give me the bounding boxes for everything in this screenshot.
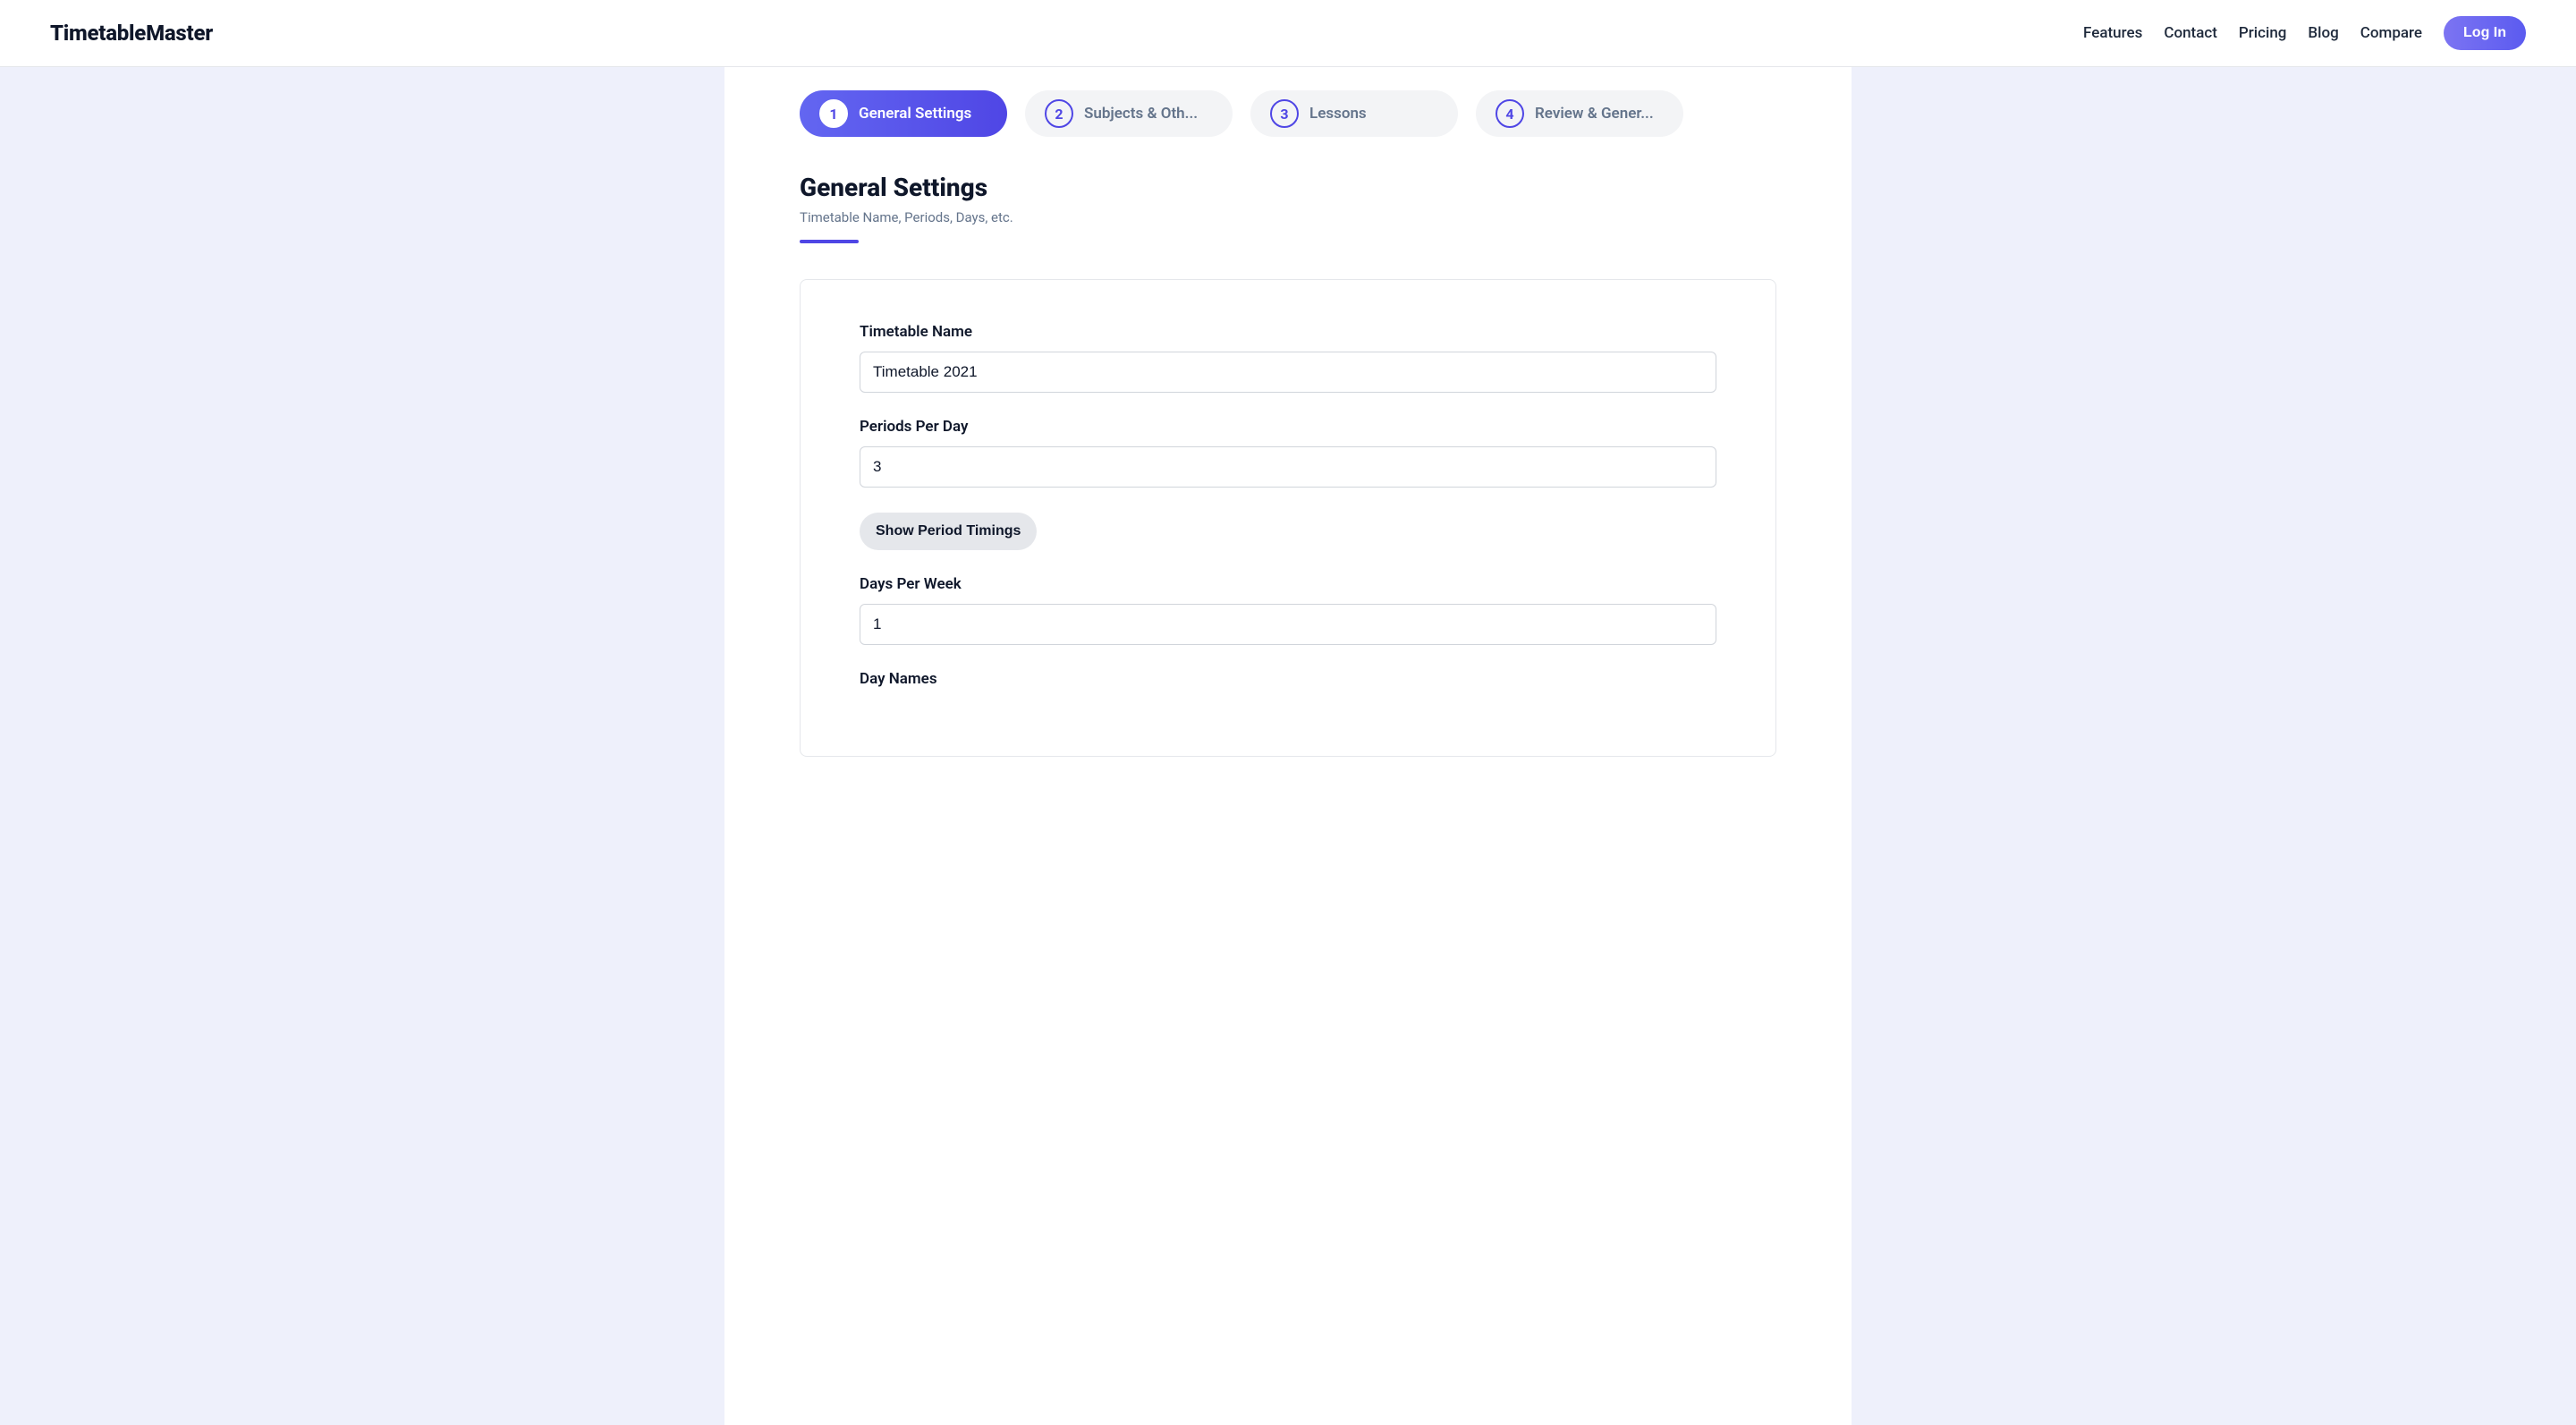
settings-card: Timetable Name Periods Per Day Show Peri… <box>800 279 1776 757</box>
timetable-name-label: Timetable Name <box>860 323 1716 341</box>
step-number: 2 <box>1045 99 1073 128</box>
title-underline <box>800 240 859 243</box>
page-title: General Settings <box>800 173 1776 202</box>
show-period-timings-button[interactable]: Show Period Timings <box>860 513 1037 550</box>
day-names-label: Day Names <box>860 670 1716 688</box>
page-content: 1 General Settings 2 Subjects & Oth... 3… <box>724 67 1852 1425</box>
days-per-week-label: Days Per Week <box>860 575 1716 593</box>
login-button[interactable]: Log In <box>2444 16 2526 50</box>
step-subjects[interactable]: 2 Subjects & Oth... <box>1025 90 1233 137</box>
field-periods-per-day: Periods Per Day <box>860 418 1716 488</box>
step-number: 1 <box>819 99 848 128</box>
step-label: Subjects & Oth... <box>1084 105 1198 123</box>
step-label: Lessons <box>1309 105 1367 123</box>
page-subtitle: Timetable Name, Periods, Days, etc. <box>800 209 1776 225</box>
step-number: 4 <box>1496 99 1524 128</box>
days-per-week-input[interactable] <box>860 604 1716 645</box>
nav-contact[interactable]: Contact <box>2164 24 2217 42</box>
nav-pricing[interactable]: Pricing <box>2239 24 2287 42</box>
step-lessons[interactable]: 3 Lessons <box>1250 90 1458 137</box>
topbar: TimetableMaster Features Contact Pricing… <box>0 0 2576 67</box>
timetable-name-input[interactable] <box>860 352 1716 393</box>
periods-per-day-input[interactable] <box>860 446 1716 488</box>
wizard-steps: 1 General Settings 2 Subjects & Oth... 3… <box>800 90 1776 137</box>
field-show-timings: Show Period Timings <box>860 513 1716 550</box>
field-day-names: Day Names <box>860 670 1716 688</box>
step-number: 3 <box>1270 99 1299 128</box>
nav-features[interactable]: Features <box>2083 24 2142 42</box>
periods-per-day-label: Periods Per Day <box>860 418 1716 436</box>
nav-compare[interactable]: Compare <box>2360 24 2422 42</box>
step-review[interactable]: 4 Review & Gener... <box>1476 90 1683 137</box>
main-nav: Features Contact Pricing Blog Compare Lo… <box>2083 16 2526 50</box>
nav-blog[interactable]: Blog <box>2308 24 2338 42</box>
step-label: General Settings <box>859 105 971 123</box>
field-days-per-week: Days Per Week <box>860 575 1716 645</box>
brand-logo[interactable]: TimetableMaster <box>50 21 213 46</box>
step-general-settings[interactable]: 1 General Settings <box>800 90 1007 137</box>
field-timetable-name: Timetable Name <box>860 323 1716 393</box>
step-label: Review & Gener... <box>1535 105 1654 123</box>
